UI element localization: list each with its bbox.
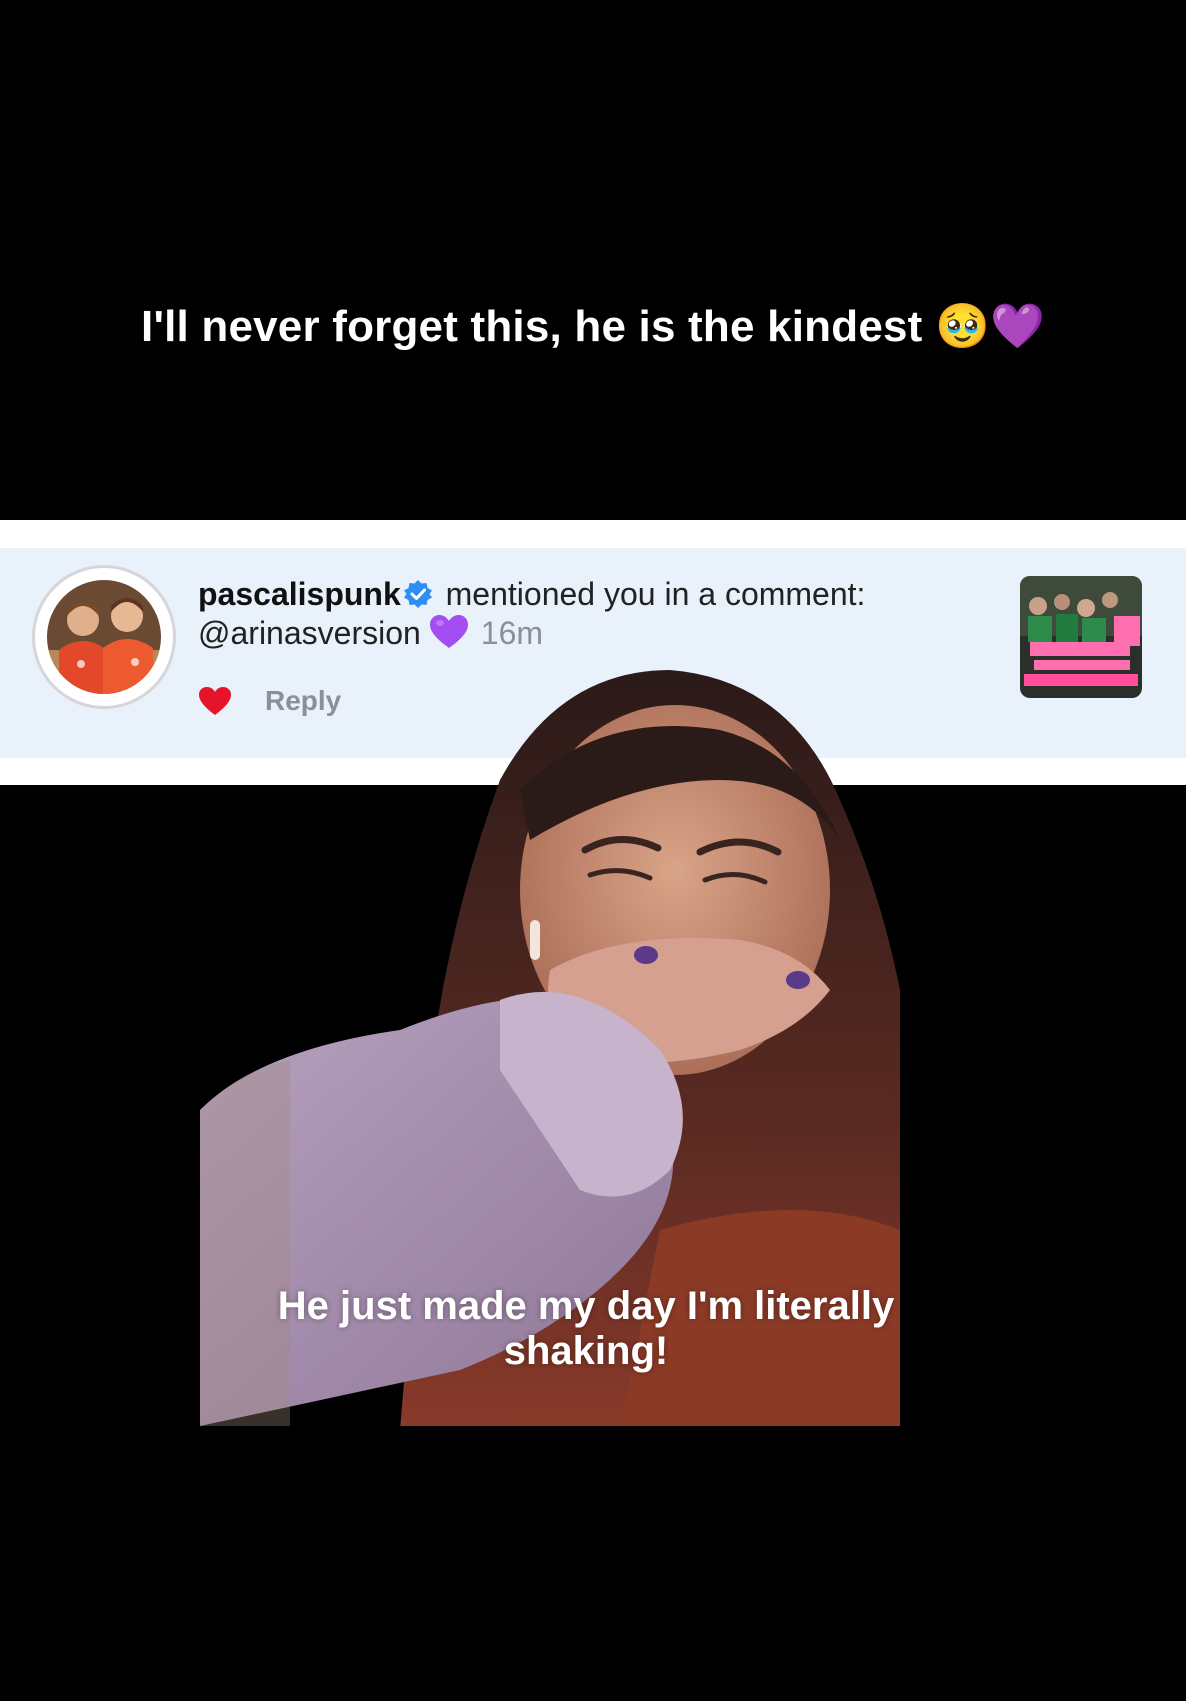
pleading-face-emoji-icon: 🥹 [934,301,990,352]
top-caption-text: I'll never forget this, he is the kindes… [141,302,923,351]
notification-time: 16m [480,615,544,651]
verified-badge-icon [403,579,433,617]
purple-heart-emoji-icon: 💜 [989,301,1045,352]
notification-username[interactable]: pascalispunk [198,576,401,612]
notification-header: pascalispunk mentioned you in a comment: [198,576,865,617]
avatar[interactable] [32,565,176,709]
notification-comment: @arinasversion 16m [198,614,543,658]
purple-heart-icon [429,614,469,658]
top-caption: I'll never forget this, he is the kindes… [0,300,1186,352]
video-caption: He just made my day I'm literally shakin… [277,1284,895,1373]
avatar-image [47,580,161,694]
post-thumbnail-image-icon [1020,576,1142,698]
post-thumbnail[interactable] [1020,576,1142,698]
comment-mention[interactable]: @arinasversion [198,615,421,651]
avatar-photo-icon [47,580,161,694]
notification-action-text: mentioned you in a comment: [445,576,866,612]
